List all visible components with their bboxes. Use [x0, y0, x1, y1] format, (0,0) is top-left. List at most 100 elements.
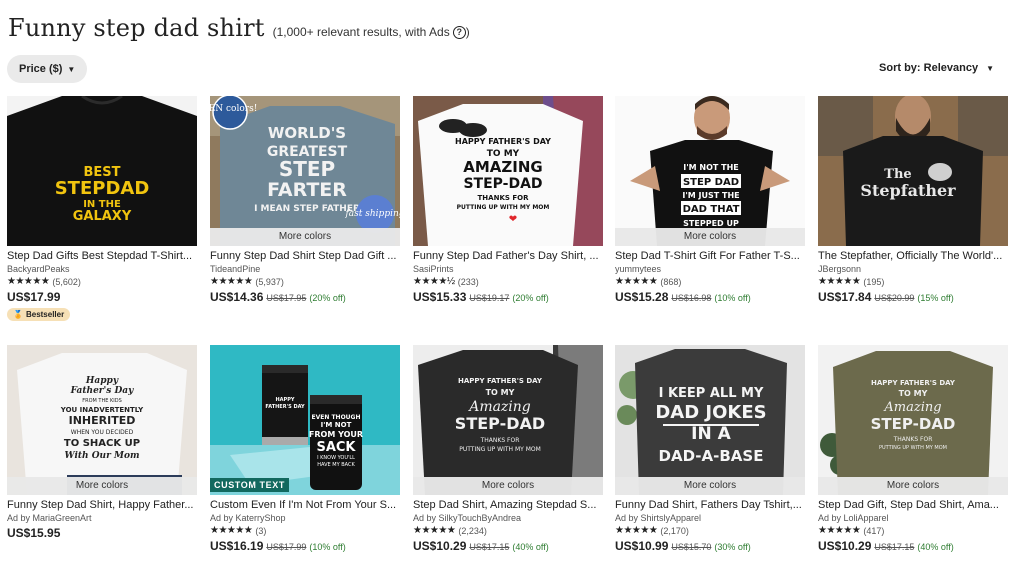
- product-image[interactable]: TEN colors! WORLD'S GREATEST STEP FARTER…: [210, 96, 400, 246]
- star-rating-icon: ★★★★★: [818, 276, 861, 287]
- mug-print-text: I KNOW YOU'LL: [317, 455, 355, 461]
- product-card[interactable]: TEN colors! WORLD'S GREATEST STEP FARTER…: [210, 96, 400, 304]
- shirt-print-text: IN A: [691, 424, 731, 444]
- shirt-print-text: I MEAN STEP FATHER: [254, 204, 360, 214]
- shirt-print-text: AMAZING: [463, 158, 542, 176]
- original-price: US$15.70: [671, 542, 712, 552]
- star-rating-icon: ★★★★★: [210, 525, 253, 536]
- product-image[interactable]: The Stepfather: [818, 96, 1008, 246]
- product-title[interactable]: Step Dad Gifts Best Stepdad T-Shirt...: [7, 250, 197, 262]
- more-colors-label[interactable]: More colors: [818, 477, 1008, 495]
- shirt-print-text: PUTTING UP WITH MY MOM: [879, 445, 947, 451]
- product-card[interactable]: BEST STEPDAD IN THE GALAXY Step Dad Gift…: [7, 96, 197, 322]
- product-title[interactable]: Funny Dad Shirt, Fathers Day Tshirt,...: [615, 499, 805, 511]
- product-card[interactable]: I KEEP ALL MY DAD JOKES IN A DAD-A-BASE …: [615, 345, 805, 553]
- product-image[interactable]: Happy Father's Day FROM THE KIDS YOU INA…: [7, 345, 197, 495]
- product-title[interactable]: Step Dad Shirt, Amazing Stepdad S...: [413, 499, 603, 511]
- shop-name: Ad by MariaGreenArt: [7, 513, 92, 523]
- more-colors-label[interactable]: More colors: [210, 228, 400, 246]
- discount: (20% off): [512, 293, 549, 303]
- product-card[interactable]: Happy Father's Day FROM THE KIDS YOU INA…: [7, 345, 197, 540]
- shirt-print-text: Father's Day: [70, 386, 134, 396]
- star-rating-icon: ★★★★★: [615, 525, 658, 536]
- product-price: US$10.29: [413, 539, 467, 553]
- product-title[interactable]: Custom Even If I'm Not From Your S...: [210, 499, 400, 511]
- shop-name: TideandPine: [210, 264, 261, 274]
- product-image[interactable]: HAPPY FATHER'S DAY TO MY Amazing STEP-DA…: [413, 345, 603, 495]
- product-grid: BEST STEPDAD IN THE GALAXY Step Dad Gift…: [0, 0, 1024, 586]
- shirt-print-text: STEP DAD: [683, 177, 739, 188]
- shirt-print-text: TO SHACK UP: [64, 438, 140, 449]
- shop-name: Ad by SilkyTouchByAndrea: [413, 513, 522, 523]
- discount: (40% off): [512, 542, 549, 552]
- product-card[interactable]: HAPPY FATHER'S DAY TO MY AMAZING STEP-DA…: [413, 96, 603, 304]
- product-image[interactable]: I'M NOT THE STEP DAD I'M JUST THE DAD TH…: [615, 96, 805, 246]
- shirt-print-text: HAPPY FATHER'S DAY: [458, 377, 543, 385]
- more-colors-label[interactable]: More colors: [7, 477, 197, 495]
- shirt-print-text: DAD-A-BASE: [659, 447, 764, 465]
- more-colors-label[interactable]: More colors: [615, 228, 805, 246]
- product-price: US$15.33: [413, 290, 467, 304]
- shirt-print-text: FROM THE KIDS: [82, 398, 122, 404]
- product-title[interactable]: Funny Step Dad Shirt Step Dad Gift ...: [210, 250, 400, 262]
- rating: ★★★★★ (195): [818, 276, 1008, 287]
- product-card[interactable]: I'M NOT THE STEP DAD I'M JUST THE DAD TH…: [615, 96, 805, 304]
- product-card[interactable]: HAPPY FATHER'S DAY TO MY Amazing STEP-DA…: [818, 345, 1008, 553]
- product-card[interactable]: HAPPY FATHER'S DAY TO MY Amazing STEP-DA…: [413, 345, 603, 553]
- shirt-print-text: Happy: [85, 376, 119, 386]
- shop-name: Ad by LoliApparel: [818, 513, 889, 523]
- shirt-print-text: THANKS FOR: [480, 437, 520, 444]
- shirt-print-text: WORLD'S: [268, 124, 346, 142]
- price-line: US$17.84 US$20.99 (15% off): [818, 290, 1008, 304]
- more-colors-label[interactable]: More colors: [615, 477, 805, 495]
- original-price: US$17.99: [266, 542, 307, 552]
- product-price: US$15.95: [7, 526, 61, 540]
- product-title[interactable]: Funny Step Dad Shirt, Happy Father...: [7, 499, 197, 511]
- rating: ★★★★★ (2,170): [615, 525, 805, 536]
- rating: ★★★★★ (417): [818, 525, 1008, 536]
- svg-text:❤: ❤: [509, 214, 517, 225]
- mug-print-text: HAVE MY BACK: [317, 462, 355, 468]
- product-image[interactable]: I KEEP ALL MY DAD JOKES IN A DAD-A-BASE …: [615, 345, 805, 495]
- review-count: (2,170): [660, 525, 689, 536]
- rating: ★★★★★ (5,937): [210, 276, 400, 287]
- discount: (10% off): [309, 542, 346, 552]
- shop-name: BackyardPeaks: [7, 264, 70, 274]
- review-count: (417): [863, 525, 885, 536]
- rating: ★★★★★ (2,234): [413, 525, 603, 536]
- product-price: US$17.99: [7, 290, 61, 304]
- product-title[interactable]: Step Dad T-Shirt Gift For Father T-S...: [615, 250, 805, 262]
- shirt-print-text: STEPDAD: [55, 178, 150, 199]
- shop-name: Ad by ShirtslyApparel: [615, 513, 702, 523]
- product-card[interactable]: The Stepfather The Stepfather, Officiall…: [818, 96, 1008, 304]
- discount: (40% off): [917, 542, 954, 552]
- star-rating-icon: ★★★★★: [615, 276, 658, 287]
- discount: (20% off): [309, 293, 346, 303]
- mug-print-text: I'M NOT: [321, 421, 352, 429]
- mug-print-text: FATHER'S DAY: [265, 404, 305, 410]
- product-title[interactable]: Step Dad Gift, Step Dad Shirt, Ama...: [818, 499, 1008, 511]
- review-count: (233): [457, 276, 479, 287]
- shirt-print-text: STEP-DAD: [871, 415, 956, 433]
- shirt-print-text: DAD JOKES: [655, 402, 766, 423]
- discount: (30% off): [714, 542, 751, 552]
- star-rating-icon: ★★★★★: [210, 276, 253, 287]
- product-title[interactable]: Funny Step Dad Father's Day Shirt, ...: [413, 250, 603, 262]
- product-image[interactable]: HAPPY FATHER'S DAY TO MY Amazing STEP-DA…: [818, 345, 1008, 495]
- shirt-print-text: I'M JUST THE: [682, 191, 739, 200]
- product-image[interactable]: HAPPY FATHER'S DAY TO MY AMAZING STEP-DA…: [413, 96, 603, 246]
- product-image[interactable]: HAPPY FATHER'S DAY EVEN THOUGH I'M NOT F…: [210, 345, 400, 495]
- product-image[interactable]: BEST STEPDAD IN THE GALAXY: [7, 96, 197, 246]
- original-price: US$17.15: [874, 542, 915, 552]
- original-price: US$17.95: [266, 293, 307, 303]
- product-card[interactable]: HAPPY FATHER'S DAY EVEN THOUGH I'M NOT F…: [210, 345, 400, 553]
- rating: ★★★★★ (868): [615, 276, 805, 287]
- shirt-print-text: PUTTING UP WITH MY MOM: [457, 204, 550, 211]
- review-count: (5,937): [255, 276, 284, 287]
- shirt-print-text: TO MY: [486, 388, 515, 397]
- star-rating-icon: ★★★★½: [413, 276, 455, 287]
- price-line: US$16.19 US$17.99 (10% off): [210, 539, 400, 553]
- product-title[interactable]: The Stepfather, Officially The World'...: [818, 250, 1008, 262]
- more-colors-label[interactable]: More colors: [413, 477, 603, 495]
- shirt-print-text: HAPPY FATHER'S DAY: [455, 137, 551, 146]
